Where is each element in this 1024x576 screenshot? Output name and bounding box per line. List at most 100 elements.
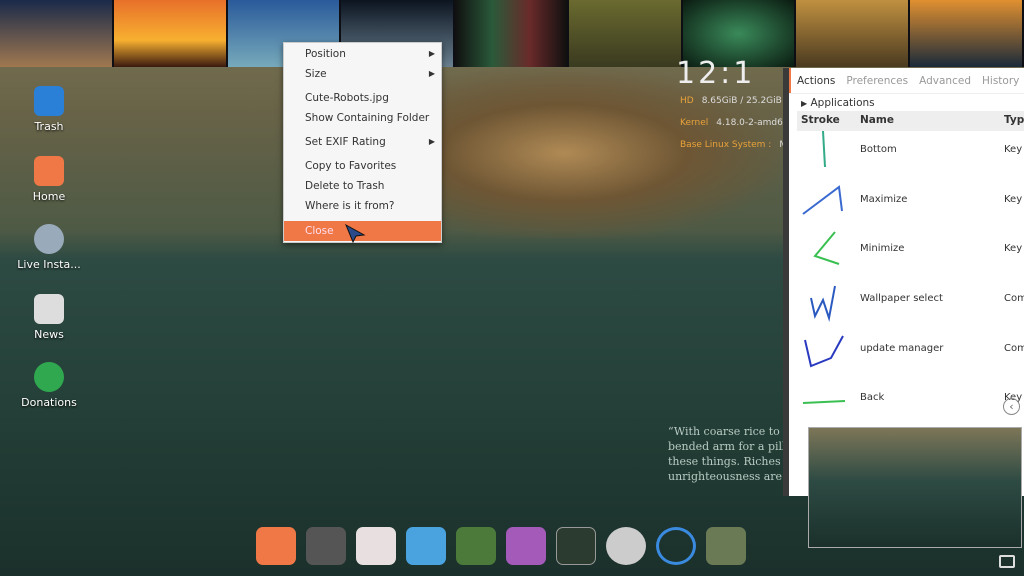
wallpaper-icon[interactable]	[706, 527, 746, 565]
wallpaper-thumbnail-strip	[0, 0, 1024, 67]
context-menu: Position ▶ Size ▶ Cute-Robots.jpg Show Con…	[283, 42, 442, 243]
menu-label: Where is it from?	[305, 200, 395, 212]
system-monitor-icon[interactable]	[556, 527, 596, 565]
row-type: Key	[1004, 243, 1023, 254]
tab-bar: Actions Preferences Advanced History	[789, 68, 1024, 94]
menu-item-where-is-it-from[interactable]: Where is it from?	[284, 196, 441, 216]
menu-item-size[interactable]: Size ▶	[284, 64, 441, 84]
menu-item-show-containing-folder[interactable]: Show Containing Folder	[284, 108, 441, 128]
thumbnail-forest[interactable]	[796, 0, 909, 67]
conky-clock: 12:1	[676, 56, 756, 91]
menu-label: Show Containing Folder	[305, 112, 430, 124]
icon-label: Trash	[34, 120, 64, 133]
menu-label: Position	[305, 48, 346, 60]
row-type: Key	[1004, 144, 1023, 155]
row-name: Wallpaper select	[860, 293, 943, 304]
submenu-arrow-icon: ▶	[428, 69, 435, 78]
home-folder-icon	[34, 156, 64, 186]
tab-history[interactable]: History	[976, 68, 1024, 93]
image-viewer-icon[interactable]	[506, 527, 546, 565]
news-icon	[34, 294, 64, 324]
menu-item-set-exif-rating[interactable]: Set EXIF Rating ▶	[284, 132, 441, 152]
menu-item-copy-to-favorites[interactable]: Copy to Favorites	[284, 156, 441, 176]
tab-preferences[interactable]: Preferences	[840, 68, 913, 93]
group-label: Applications	[810, 97, 875, 109]
thumbnail-ship[interactable]	[568, 0, 681, 67]
disc-icon	[34, 224, 64, 254]
icon-label: Donations	[21, 396, 77, 409]
icon-label: Live Insta...	[17, 258, 81, 271]
table-row[interactable]: Wallpaper select Comm	[797, 284, 1024, 334]
mouse-cursor-icon	[344, 223, 366, 243]
menu-label: Set EXIF Rating	[305, 136, 386, 148]
files-icon[interactable]	[256, 527, 296, 565]
row-name: update manager	[860, 343, 944, 354]
table-row[interactable]: Back Key	[797, 383, 1024, 433]
column-stroke[interactable]: Stroke	[801, 114, 840, 126]
back-arrow-button[interactable]: ‹	[1003, 398, 1020, 415]
thumbnail-spectrum[interactable]	[455, 0, 567, 67]
tab-advanced[interactable]: Advanced	[913, 68, 976, 93]
trash-icon	[34, 86, 64, 116]
thumbnail-sunset[interactable]	[113, 0, 226, 67]
desktop-icon-home[interactable]: Home	[9, 156, 89, 203]
desktop-icon-live-installer[interactable]: Live Insta...	[9, 224, 89, 271]
tab-actions[interactable]: Actions	[789, 68, 840, 93]
expand-triangle-icon: ▶	[801, 99, 808, 108]
stroke-update-manager-icon	[804, 335, 844, 368]
applications-group[interactable]: ▶ Applications	[789, 94, 1024, 109]
image-icon[interactable]	[999, 555, 1015, 568]
terminal-icon[interactable]	[306, 527, 346, 565]
table-row[interactable]: Minimize Key	[797, 231, 1024, 284]
desktop-icon-news[interactable]: News	[9, 294, 89, 341]
settings-gear-icon[interactable]	[606, 527, 646, 565]
base-label: Base Linux System :	[680, 140, 772, 150]
quote-line: these things. Riches an	[668, 455, 788, 468]
stroke-maximize-icon	[802, 185, 843, 215]
dollar-icon	[34, 362, 64, 392]
weather-icon[interactable]	[406, 527, 446, 565]
menu-item-filename[interactable]: Cute-Robots.jpg	[284, 88, 441, 108]
stroke-bottom-icon	[822, 130, 826, 168]
stroke-back-icon	[802, 400, 846, 404]
icon-label: Home	[32, 190, 66, 203]
stroke-minimize-icon	[813, 231, 840, 265]
menu-item-position[interactable]: Position ▶	[284, 44, 441, 64]
column-type[interactable]: Type	[1004, 114, 1024, 126]
quote-line: bended arm for a pillo	[668, 440, 788, 453]
table-row[interactable]: Bottom Key	[797, 130, 1024, 185]
conky-sysinfo: HD 8.65GiB / 25.2GiB Kernel 4.18.0-2-amd64…	[680, 90, 793, 156]
menu-label: Delete to Trash	[305, 180, 385, 192]
stroke-wallpaper-select-icon	[810, 285, 836, 322]
screen-preview-thumbnail	[808, 427, 1022, 548]
menu-label: Cute-Robots.jpg	[305, 92, 389, 104]
row-name: Maximize	[860, 194, 908, 205]
submenu-arrow-icon: ▶	[428, 137, 435, 146]
icon-label: News	[34, 328, 64, 341]
quote-line: “With coarse rice to ea	[668, 425, 788, 438]
quote-line: unrighteousness are to	[668, 470, 788, 483]
hd-value: 8.65GiB / 25.2GiB	[701, 96, 782, 106]
menu-label: Copy to Favorites	[305, 160, 397, 172]
text-editor-icon[interactable]	[456, 527, 496, 565]
thumbnail-lake[interactable]	[910, 0, 1023, 67]
menu-item-delete-to-trash[interactable]: Delete to Trash	[284, 176, 441, 196]
row-name: Back	[860, 392, 885, 403]
kernel-value: 4.18.0-2-amd64	[716, 118, 789, 128]
desktop-quote: “With coarse rice to ea bended arm for a…	[668, 424, 788, 484]
column-name[interactable]: Name	[860, 114, 894, 126]
menu-label: Size	[305, 68, 327, 80]
opera-icon[interactable]	[356, 527, 396, 565]
dock	[250, 522, 778, 570]
menu-label: Close	[305, 225, 334, 237]
hd-label: HD	[680, 96, 694, 106]
row-name: Minimize	[860, 243, 905, 254]
row-name: Bottom	[860, 144, 897, 155]
submenu-arrow-icon: ▶	[428, 49, 435, 58]
row-type: Key	[1004, 194, 1023, 205]
desktop-icon-donations[interactable]: Donations	[9, 362, 89, 409]
network-icon[interactable]	[656, 527, 696, 565]
row-type: Comm	[1004, 293, 1024, 304]
desktop-icon-trash[interactable]: Trash	[9, 86, 89, 133]
thumbnail-pyramids[interactable]	[0, 0, 112, 67]
